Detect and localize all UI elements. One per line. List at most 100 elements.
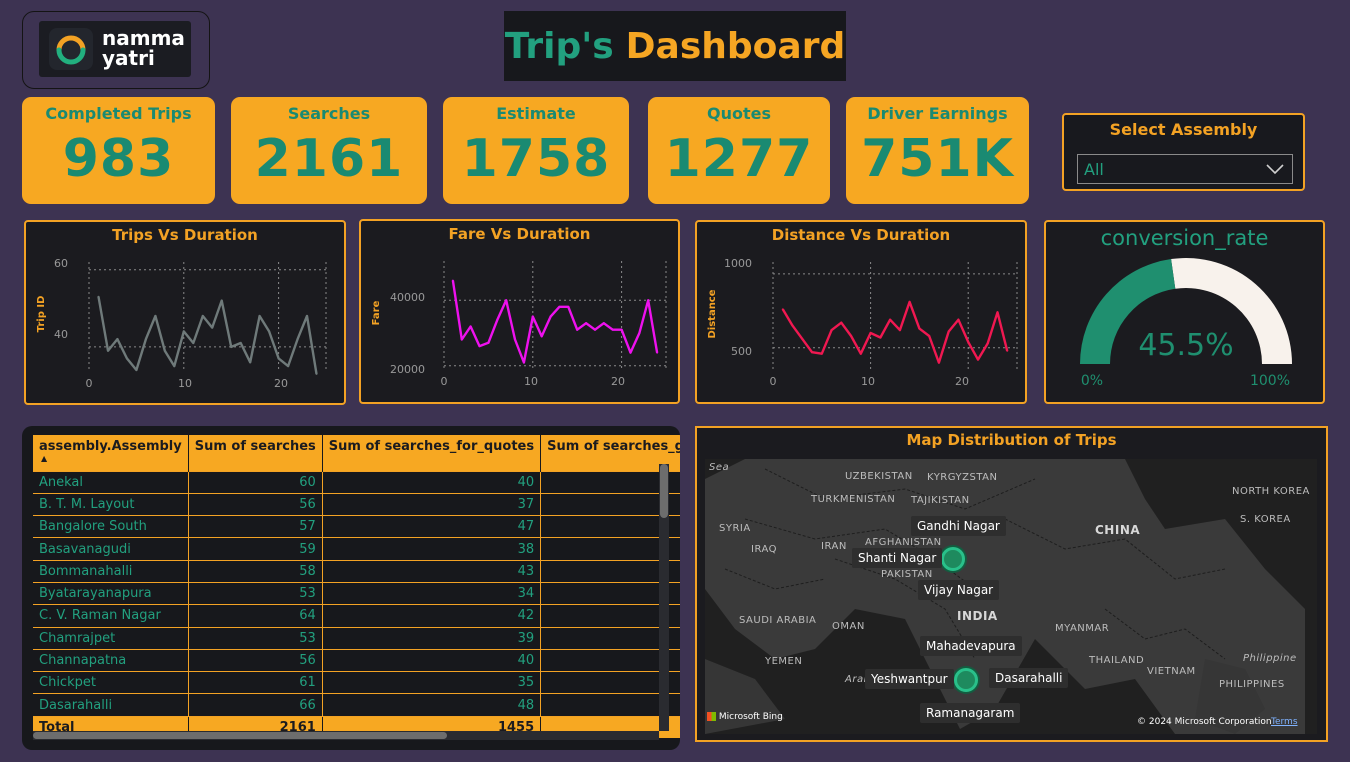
data-point[interactable]	[116, 338, 119, 341]
data-point[interactable]	[230, 345, 233, 348]
data-point[interactable]	[135, 369, 138, 371]
data-point[interactable]	[478, 345, 481, 348]
data-point[interactable]	[781, 308, 784, 311]
data-point[interactable]	[268, 330, 271, 333]
data-point[interactable]	[889, 318, 892, 321]
data-point[interactable]	[211, 326, 214, 329]
data-point[interactable]	[918, 327, 921, 330]
data-point[interactable]	[522, 361, 525, 364]
data-point[interactable]	[638, 332, 641, 334]
data-point[interactable]	[306, 315, 309, 317]
table-row[interactable]: Chamrajpet 53 39	[33, 626, 680, 650]
table-row[interactable]: Channapatna 56 40	[33, 648, 680, 673]
col-header-searches[interactable]: Sum of searches	[188, 435, 323, 471]
series-line[interactable]	[451, 280, 659, 364]
data-point[interactable]	[986, 342, 989, 345]
data-point[interactable]	[620, 328, 623, 331]
data-point[interactable]	[879, 336, 882, 339]
data-point[interactable]	[220, 299, 223, 302]
data-point[interactable]	[514, 338, 517, 341]
vertical-scroll-thumb[interactable]	[660, 464, 668, 518]
data-point[interactable]	[840, 321, 843, 324]
data-point[interactable]	[97, 295, 100, 298]
data-point[interactable]	[182, 330, 185, 333]
data-point[interactable]	[505, 299, 508, 302]
data-point[interactable]	[549, 315, 552, 318]
data-point[interactable]	[947, 330, 950, 333]
col-header-searches-for-quotes[interactable]: Sum of searches_for_quotes	[322, 435, 542, 471]
data-point[interactable]	[296, 338, 299, 341]
map-area[interactable]: Sea UZBEKISTAN KYRGYZSTAN TURKMENISTAN T…	[705, 459, 1317, 734]
table-row[interactable]: Anekal 60 40	[33, 470, 680, 494]
data-point[interactable]	[859, 352, 862, 355]
data-point[interactable]	[540, 335, 543, 338]
data-point[interactable]	[460, 338, 463, 341]
data-point[interactable]	[811, 351, 814, 354]
vertical-scrollbar[interactable]	[659, 464, 669, 731]
data-point[interactable]	[531, 315, 534, 318]
data-point[interactable]	[1006, 349, 1009, 352]
data-point[interactable]	[820, 352, 823, 355]
data-point[interactable]	[258, 315, 261, 317]
series-line[interactable]	[97, 296, 318, 375]
data-point[interactable]	[469, 325, 472, 328]
data-point[interactable]	[277, 357, 280, 360]
data-point[interactable]	[602, 322, 605, 325]
data-point[interactable]	[192, 342, 195, 344]
data-point[interactable]	[898, 329, 901, 332]
data-point[interactable]	[567, 305, 570, 308]
data-point[interactable]	[154, 315, 157, 317]
series-line[interactable]	[781, 300, 1009, 364]
data-point[interactable]	[249, 361, 252, 364]
data-point[interactable]	[144, 338, 147, 341]
data-point[interactable]	[201, 315, 204, 317]
map-bubble-south[interactable]	[954, 668, 978, 692]
horizontal-scroll-thumb[interactable]	[33, 732, 447, 739]
data-point[interactable]	[869, 332, 872, 335]
data-point[interactable]	[957, 318, 960, 321]
data-point[interactable]	[611, 328, 614, 331]
data-point[interactable]	[937, 361, 940, 364]
data-point[interactable]	[558, 305, 561, 308]
data-point[interactable]	[576, 328, 579, 331]
table-row[interactable]: Bommanahalli 58 43	[33, 559, 680, 583]
data-point[interactable]	[173, 365, 176, 368]
data-point[interactable]	[801, 337, 804, 340]
data-point[interactable]	[647, 299, 650, 302]
assembly-dropdown[interactable]: All	[1077, 154, 1293, 184]
data-point[interactable]	[908, 300, 911, 303]
data-point[interactable]	[106, 349, 109, 352]
data-point[interactable]	[629, 351, 632, 354]
data-point[interactable]	[967, 340, 970, 343]
table-row[interactable]: C. V. Raman Nagar 64 42	[33, 604, 680, 628]
data-point[interactable]	[996, 311, 999, 314]
data-point[interactable]	[593, 328, 596, 331]
bing-attribution[interactable]: Microsoft Bing	[707, 712, 783, 722]
data-point[interactable]	[791, 324, 794, 327]
map-terms-link[interactable]: Terms	[1271, 717, 1298, 727]
data-point[interactable]	[830, 329, 833, 332]
data-point[interactable]	[287, 365, 290, 368]
data-point[interactable]	[850, 334, 853, 337]
data-point[interactable]	[496, 318, 499, 321]
map-bubble-north[interactable]	[941, 547, 965, 571]
col-header-assembly[interactable]: assembly.Assembly ▲	[33, 435, 189, 471]
table-row[interactable]: B. T. M. Layout 56 37	[33, 492, 680, 517]
data-point[interactable]	[585, 322, 588, 325]
data-point[interactable]	[163, 349, 166, 352]
data-point[interactable]	[976, 358, 979, 361]
table-row[interactable]: Bangalore South 57 47	[33, 515, 680, 539]
data-point[interactable]	[451, 279, 454, 282]
data-point[interactable]	[656, 351, 659, 354]
horizontal-scrollbar[interactable]	[33, 731, 659, 740]
geo-label: Philippine	[1243, 653, 1297, 664]
table-row[interactable]: Dasarahalli 66 48	[33, 693, 680, 717]
table-row[interactable]: Basavanagudi 59 38	[33, 537, 680, 561]
data-point[interactable]	[125, 357, 128, 360]
data-point[interactable]	[928, 334, 931, 337]
data-point[interactable]	[487, 341, 490, 344]
table-row[interactable]: Byatarayanapura 53 34	[33, 581, 680, 606]
table-row[interactable]: Chickpet 61 35	[33, 671, 680, 695]
data-point[interactable]	[315, 372, 318, 375]
data-point[interactable]	[239, 342, 242, 344]
